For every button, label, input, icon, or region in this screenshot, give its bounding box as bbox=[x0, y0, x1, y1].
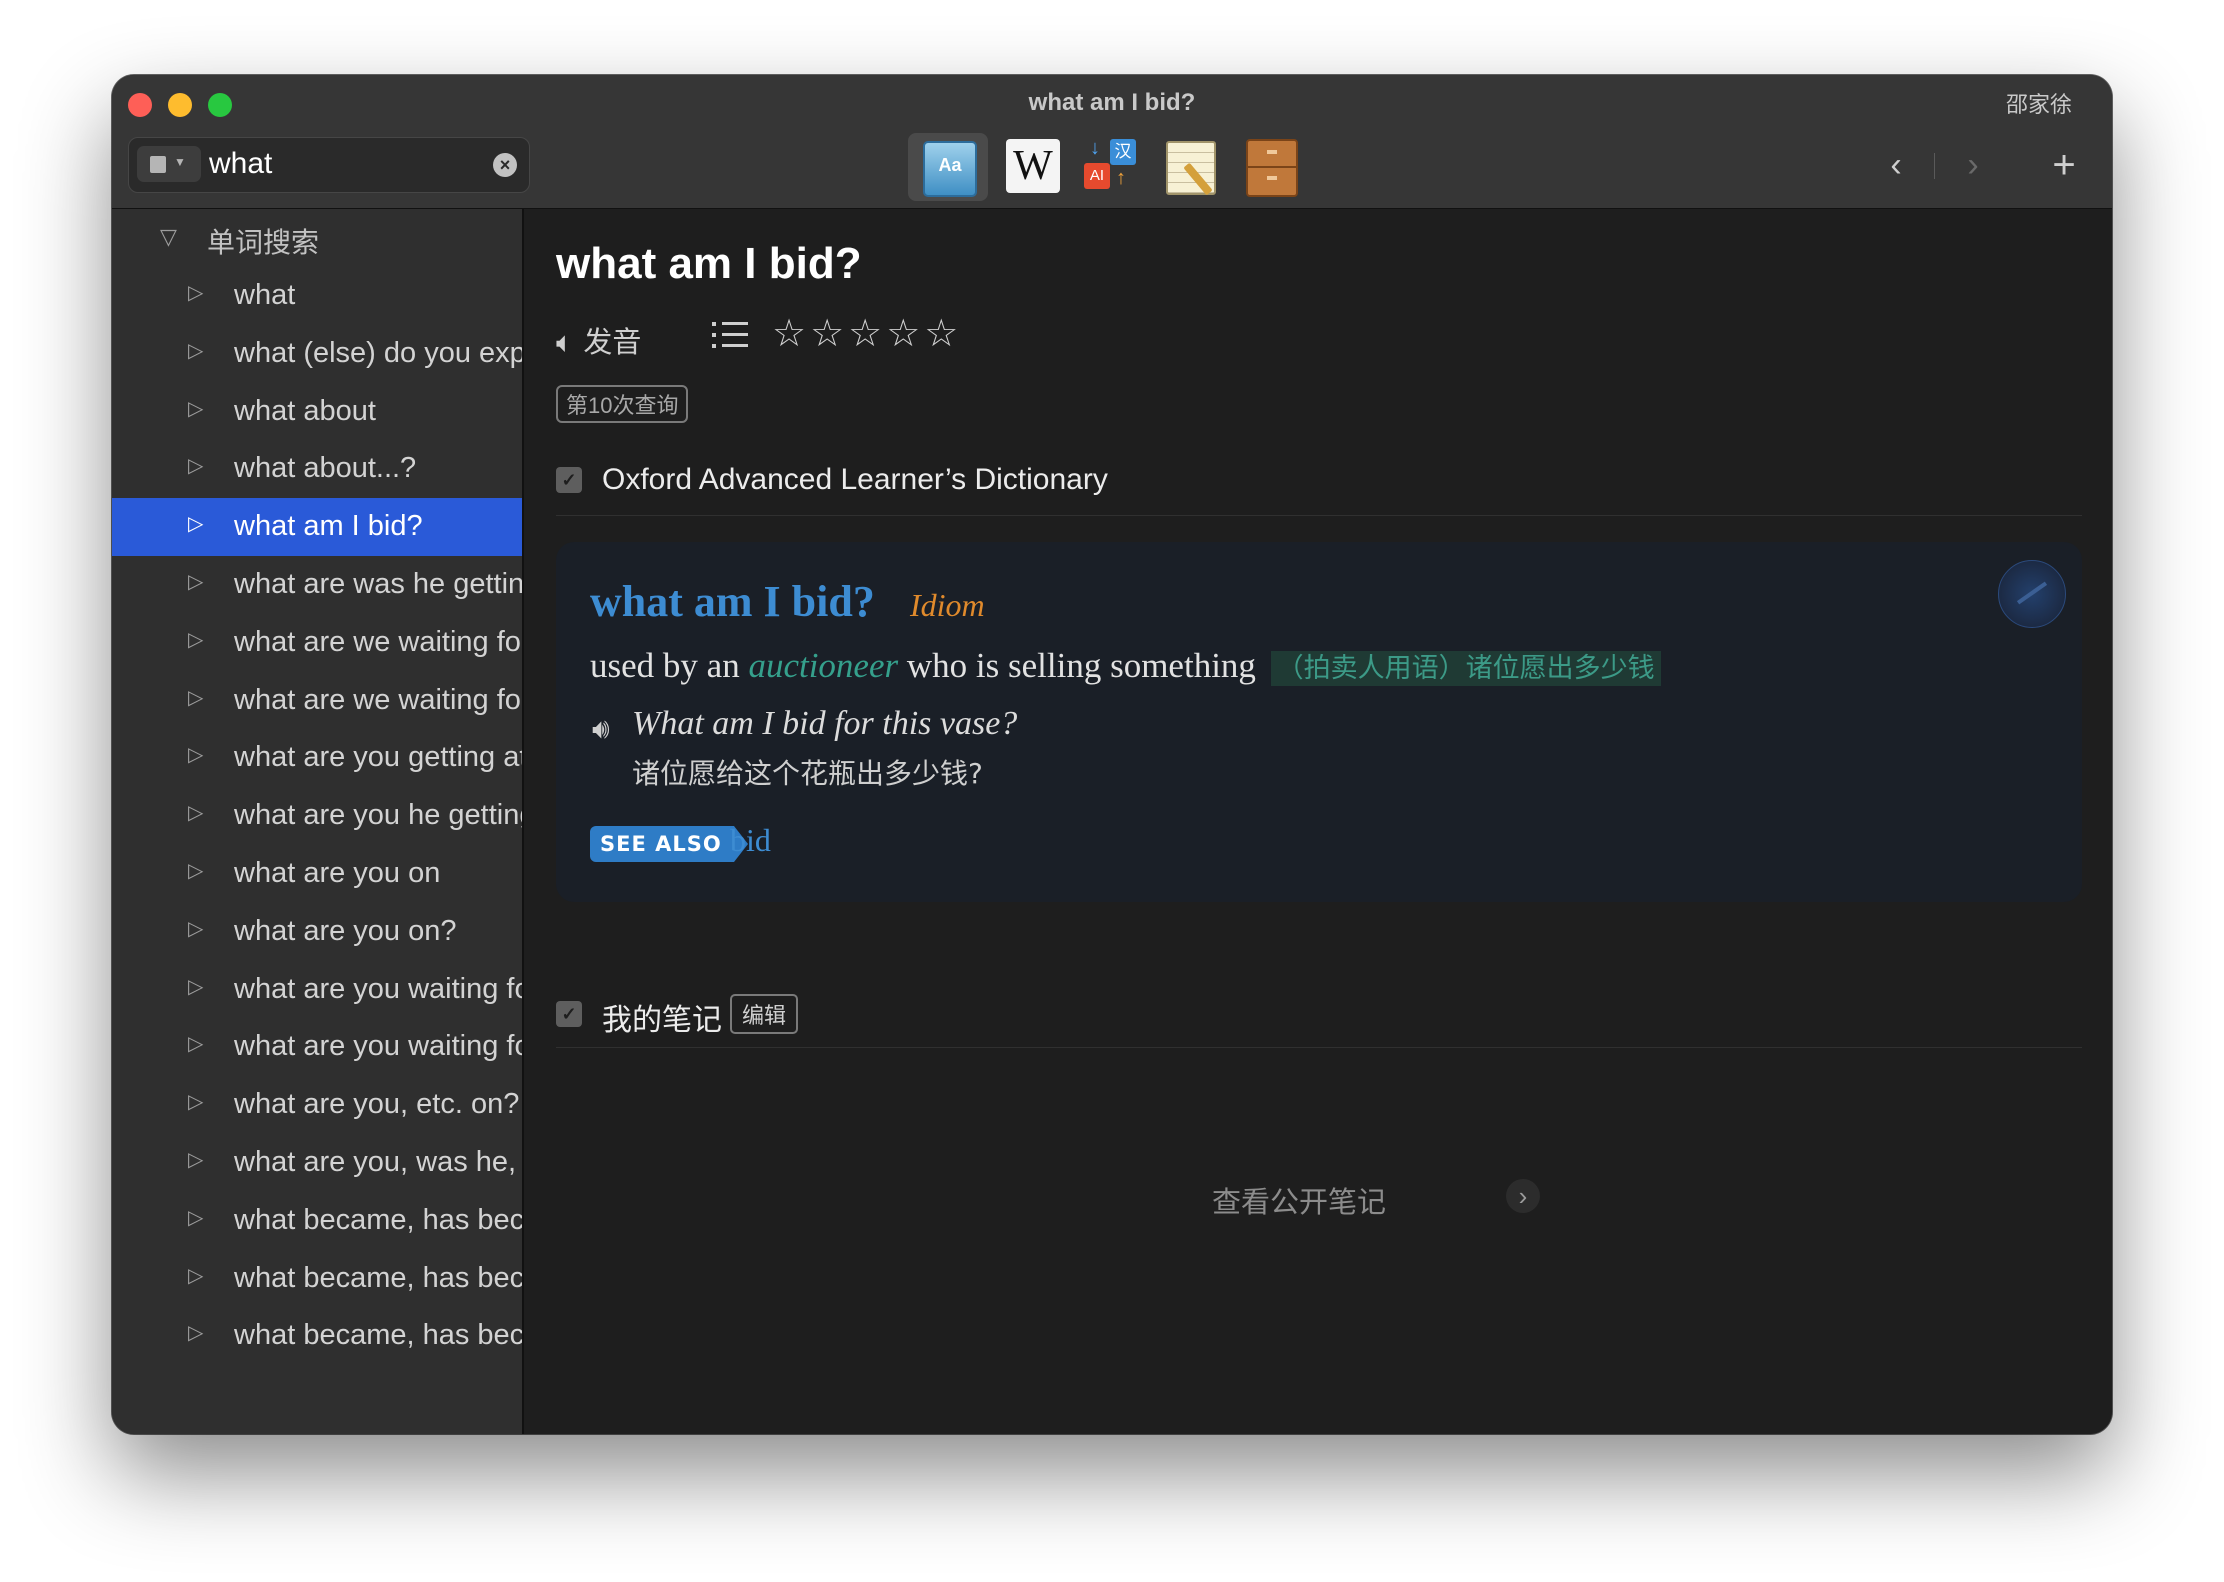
wikipedia-tool-button[interactable]: W bbox=[1002, 135, 1064, 197]
divider bbox=[556, 515, 2082, 516]
definition: used by an auctioneer who is selling som… bbox=[590, 646, 1661, 686]
entry-pane: what am I bid? 🔈︎ 发音 ☆☆☆☆☆ 第10次查询 ✓ Oxfor… bbox=[524, 209, 2112, 1434]
list-item[interactable]: ▷what became, has become, will become of… bbox=[112, 1307, 522, 1365]
example-speaker-icon[interactable]: 🔊︎ bbox=[592, 713, 610, 746]
app-window: what am I bid? 邵家徐 ▼ × Aa W ↓ 汉 AI ↑ bbox=[112, 75, 2112, 1434]
sidebar-section-label: 单词搜索 bbox=[207, 227, 320, 258]
speaker-icon: 🔈︎ bbox=[556, 327, 574, 359]
example-translation: 诸位愿给这个花瓶出多少钱? bbox=[632, 757, 983, 790]
dictionary-name[interactable]: Oxford Advanced Learner’s Dictionary bbox=[602, 463, 1108, 497]
list-item[interactable]: ▷ what about bbox=[112, 383, 522, 441]
disclosure-closed-icon: ▷ bbox=[188, 1033, 204, 1056]
disclosure-open-icon: ▽ bbox=[160, 224, 177, 249]
cabinet-icon bbox=[1246, 139, 1298, 197]
list-icon[interactable] bbox=[712, 320, 748, 352]
sidebar: ▽ 单词搜索 ▷what ▷what (else) do you expect?… bbox=[112, 209, 524, 1434]
disclosure-closed-icon: ▷ bbox=[188, 1264, 204, 1287]
list-item[interactable]: ▷what are you waiting for? bbox=[112, 961, 522, 1019]
list-item[interactable]: ▷ what are we waiting for? bbox=[112, 672, 522, 730]
disclosure-closed-icon: ▷ bbox=[188, 1091, 204, 1114]
disclosure-closed-icon: ▷ bbox=[188, 975, 204, 998]
definition-keyword-link[interactable]: auctioneer bbox=[748, 646, 898, 685]
clear-search-icon[interactable]: × bbox=[493, 153, 517, 177]
search-mode-dropdown[interactable]: ▼ bbox=[137, 146, 201, 182]
add-tab-button[interactable]: + bbox=[2044, 143, 2084, 187]
back-button[interactable]: ‹ bbox=[1876, 143, 1916, 187]
window-title: what am I bid? bbox=[1028, 89, 1196, 116]
disclosure-closed-icon: ▷ bbox=[188, 628, 204, 651]
wikipedia-icon: W bbox=[1006, 139, 1060, 193]
disclosure-closed-icon: ▷ bbox=[188, 1148, 204, 1171]
definition-translation: （拍卖人用语）诸位愿出多少钱 bbox=[1270, 651, 1661, 686]
disclosure-closed-icon: ▷ bbox=[188, 513, 204, 536]
title-bar: what am I bid? 邵家徐 ▼ × Aa W ↓ 汉 AI ↑ bbox=[112, 75, 2112, 209]
disclosure-closed-icon: ▷ bbox=[188, 397, 204, 420]
see-also-link[interactable]: bid bbox=[730, 822, 771, 859]
list-item[interactable]: ▷ what are you on? bbox=[112, 903, 522, 961]
disclosure-closed-icon: ▷ bbox=[188, 859, 204, 882]
dictionary-collapse-checkbox[interactable]: ✓ bbox=[556, 467, 582, 493]
disclosure-closed-icon: ▷ bbox=[188, 339, 204, 362]
nav-divider bbox=[1934, 153, 1935, 179]
list-item[interactable]: ▷what became, has become, will become of… bbox=[112, 1192, 522, 1250]
translate-tool-button[interactable]: ↓ 汉 AI ↑ bbox=[1080, 135, 1142, 197]
list-item[interactable]: ▷ what are you getting at? bbox=[112, 729, 522, 787]
forward-button[interactable]: › bbox=[1953, 143, 1993, 187]
disclosure-closed-icon: ▷ bbox=[188, 744, 204, 767]
list-item[interactable]: ▷ what are you, etc. on? bbox=[112, 1076, 522, 1134]
definition-card: what am I bid? Idiom used by an auctione… bbox=[556, 542, 2082, 902]
list-item[interactable]: ▷ what about...? bbox=[112, 440, 522, 498]
see-also-tag: SEE ALSO bbox=[590, 826, 748, 862]
list-item[interactable]: ▷ what are you on bbox=[112, 845, 522, 903]
list-item[interactable]: ▷ what are we waiting for? bbox=[112, 614, 522, 672]
translate-icon: 汉 bbox=[1110, 139, 1136, 165]
list-item[interactable]: ▷what are was he getting at? bbox=[112, 556, 522, 614]
dictionary-logo-icon bbox=[1998, 560, 2066, 628]
disclosure-closed-icon: ▷ bbox=[188, 1206, 204, 1229]
arrow-up-icon: ↑ bbox=[1116, 167, 1126, 189]
disclosure-closed-icon: ▷ bbox=[188, 686, 204, 709]
arrow-down-icon: ↓ bbox=[1090, 137, 1100, 159]
notes-label: 我的笔记 bbox=[602, 1004, 722, 1037]
public-notes-link[interactable]: 查看公开笔记 bbox=[1212, 1179, 1386, 1221]
disclosure-closed-icon: ▷ bbox=[188, 282, 204, 304]
list-item[interactable]: ▷ what bbox=[112, 267, 522, 325]
word-list: ▷what ▷what (else) do you expect? ▷what … bbox=[112, 267, 522, 1365]
list-item[interactable]: ▷what are you, was he, etc. getting at? bbox=[112, 1134, 522, 1192]
book-icon bbox=[150, 156, 166, 173]
search-input[interactable] bbox=[209, 144, 479, 184]
user-name[interactable]: 邵家徐 bbox=[2006, 87, 2072, 119]
list-item[interactable]: ▷what are you waiting for? bbox=[112, 1018, 522, 1076]
chevron-right-icon[interactable]: › bbox=[1506, 1179, 1540, 1213]
archive-tool-button[interactable] bbox=[1240, 135, 1302, 197]
list-item[interactable]: ▷what became, has become, will become of… bbox=[112, 1250, 522, 1308]
pronounce-button[interactable]: 🔈︎ 发音 bbox=[556, 319, 641, 361]
headword: what am I bid? bbox=[590, 577, 875, 626]
disclosure-closed-icon: ▷ bbox=[188, 802, 204, 825]
divider bbox=[556, 1047, 2082, 1048]
disclosure-closed-icon: ▷ bbox=[188, 455, 204, 478]
dictionary-tool-button[interactable]: Aa bbox=[908, 133, 988, 201]
disclosure-closed-icon: ▷ bbox=[188, 570, 204, 593]
notes-tool-button[interactable] bbox=[1160, 135, 1222, 197]
list-item-selected[interactable]: ▷ what am I bid? bbox=[112, 498, 522, 556]
ai-icon: AI bbox=[1084, 163, 1110, 189]
disclosure-closed-icon: ▷ bbox=[188, 1322, 204, 1345]
page-title: what am I bid? bbox=[556, 239, 862, 288]
example-sentence: What am I bid for this vase? bbox=[632, 705, 1018, 742]
dictionary-icon: Aa bbox=[923, 141, 977, 197]
sidebar-section-header[interactable]: ▽ 单词搜索 bbox=[112, 211, 522, 267]
star-rating[interactable]: ☆☆☆☆☆ bbox=[772, 311, 962, 356]
search-box: ▼ × bbox=[128, 137, 530, 193]
query-count-badge: 第10次查询 bbox=[556, 385, 689, 423]
notes-collapse-checkbox[interactable]: ✓ bbox=[556, 1001, 582, 1027]
list-item[interactable]: ▷what are you he getting at? bbox=[112, 787, 522, 845]
chevron-down-icon: ▼ bbox=[174, 155, 186, 169]
part-of-speech: Idiom bbox=[910, 587, 985, 623]
edit-notes-button[interactable]: 编辑 bbox=[730, 994, 799, 1034]
list-item[interactable]: ▷what (else) do you expect? bbox=[112, 325, 522, 383]
disclosure-closed-icon: ▷ bbox=[188, 917, 204, 940]
